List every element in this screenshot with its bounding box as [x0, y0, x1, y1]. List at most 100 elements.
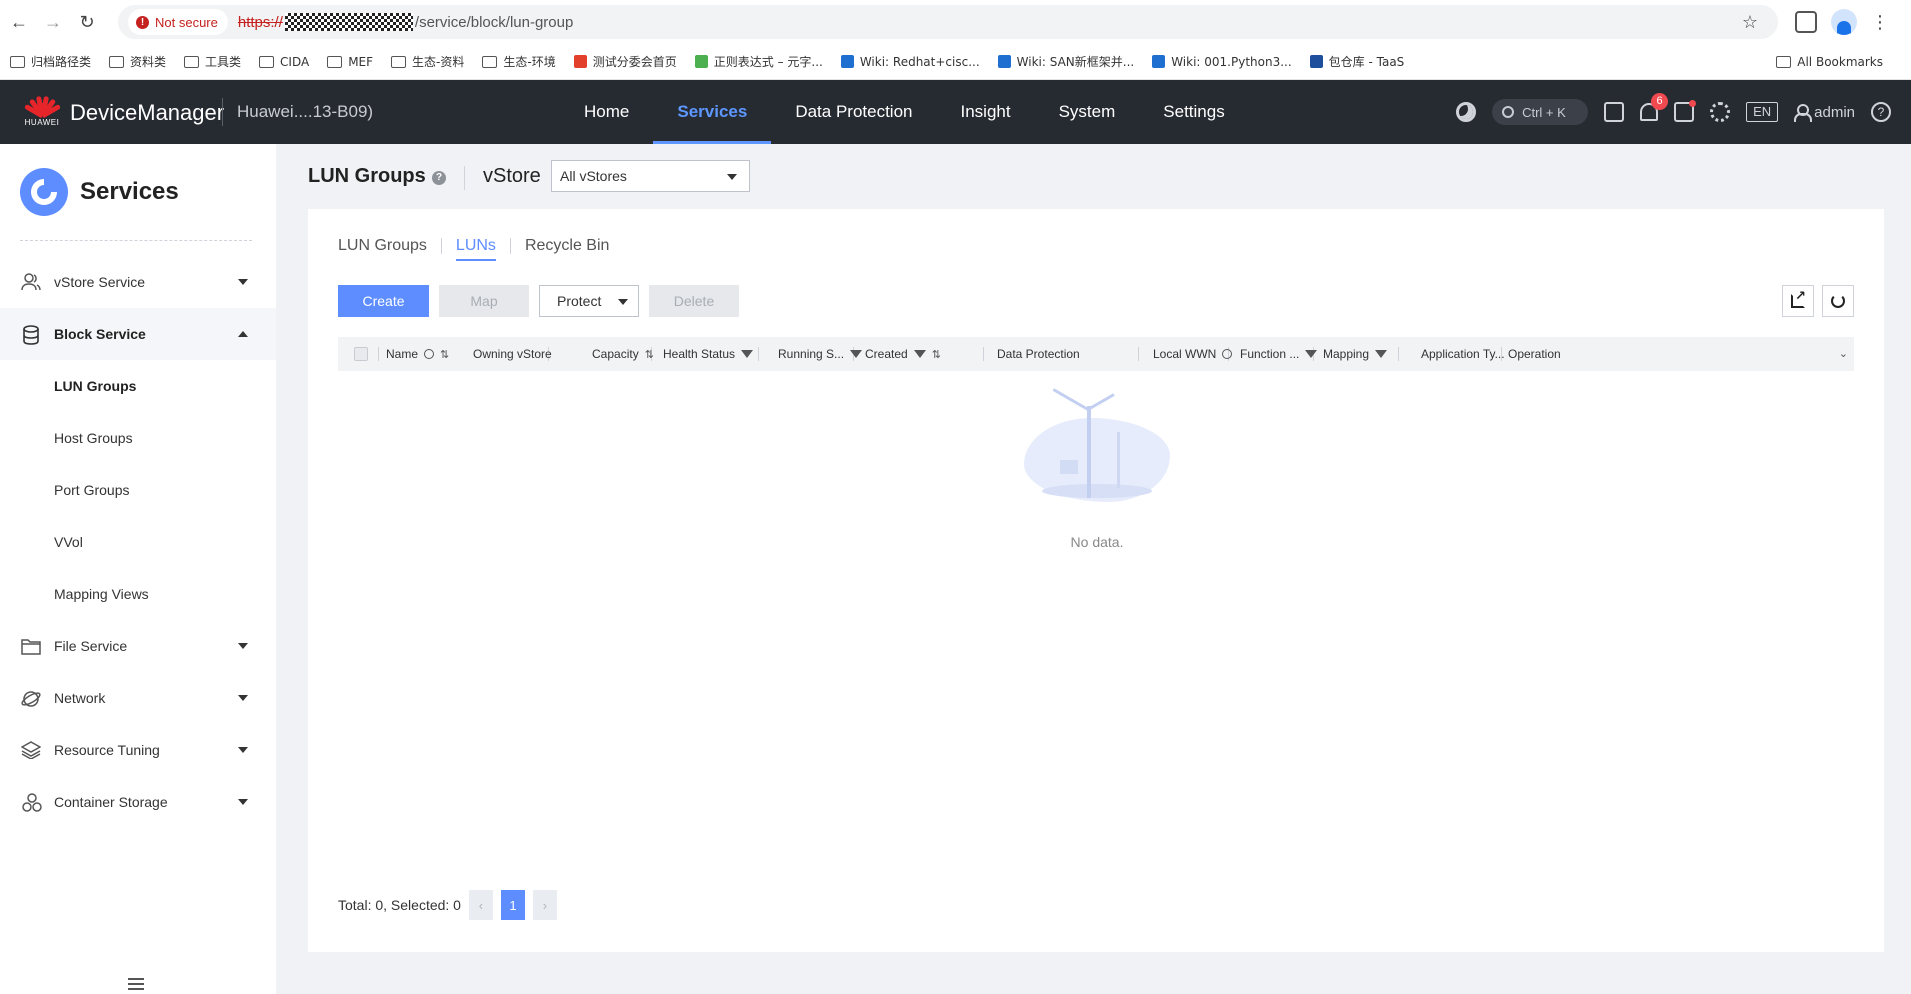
bookmark-item[interactable]: 测试分委会首页 [573, 53, 677, 70]
export-button[interactable] [1782, 285, 1814, 317]
collapse-sidebar-icon[interactable] [128, 978, 144, 990]
security-chip[interactable]: ! Not secure [128, 9, 228, 35]
chevron-down-icon[interactable] [238, 747, 248, 753]
sidebar-item-resource-tuning[interactable]: Resource Tuning [0, 724, 276, 776]
delete-button[interactable]: Delete [649, 285, 739, 317]
tab-recycle-bin[interactable]: Recycle Bin [525, 237, 609, 261]
sidebar-item-port-groups[interactable]: Port Groups [0, 464, 276, 516]
address-bar[interactable]: ! Not secure https:// /service/block/lun… [118, 5, 1778, 39]
event-list-icon[interactable] [1674, 100, 1697, 122]
select-all-checkbox[interactable] [354, 347, 368, 361]
sidebar-item-network[interactable]: Network [0, 672, 276, 724]
reload-icon[interactable]: ↻ [72, 7, 102, 37]
column-label: Capacity [592, 347, 639, 361]
filter-icon[interactable] [741, 350, 754, 358]
column-label: Operation [1508, 347, 1561, 361]
column-header-mapping[interactable]: Mapping [1323, 337, 1388, 371]
sidebar-item-lun-groups[interactable]: LUN Groups [0, 360, 276, 412]
column-header-owning-vstore[interactable]: Owning vStore [473, 337, 552, 371]
search-icon[interactable] [424, 349, 435, 359]
alarm-bell-icon[interactable]: 6 [1640, 93, 1669, 121]
bookmark-item[interactable]: 归档路径类 [10, 53, 91, 70]
global-search[interactable]: Ctrl + K [1492, 99, 1589, 125]
sidebar-item-vvol[interactable]: VVol [0, 516, 276, 568]
column-header-function[interactable]: Function ... [1240, 337, 1318, 371]
prev-page-button[interactable]: ‹ [468, 890, 493, 920]
bookmark-item[interactable]: 工具类 [184, 53, 241, 70]
column-header-running-s[interactable]: Running S... [778, 337, 863, 371]
vstore-select[interactable]: All vStores [551, 160, 750, 192]
next-page-button[interactable]: › [532, 890, 557, 920]
sidebar-item-mapping-views[interactable]: Mapping Views [0, 568, 276, 620]
bookmark-star-icon[interactable]: ☆ [1742, 12, 1758, 33]
sidebar-item-vstore-service[interactable]: vStore Service [0, 256, 276, 308]
brand-name[interactable]: DeviceManager [70, 100, 224, 126]
protect-dropdown[interactable]: Protect [539, 285, 639, 317]
chevron-up-icon[interactable] [238, 331, 248, 337]
bookmark-item[interactable]: Wiki: Redhat+cisc... [840, 55, 980, 69]
column-header-health-status[interactable]: Health Status [663, 337, 754, 371]
column-header-created[interactable]: Created ⇅ [865, 337, 941, 371]
chevron-down-icon[interactable] [238, 279, 248, 285]
url-text[interactable]: https:// /service/block/lun-group [238, 13, 573, 31]
bookmark-item[interactable]: 正则表达式 – 元字... [694, 53, 823, 70]
browser-menu-icon[interactable]: ⋮ [1871, 12, 1889, 33]
column-header-application-ty[interactable]: Application Ty... [1421, 337, 1505, 371]
nav-settings[interactable]: Settings [1139, 80, 1248, 144]
help-icon[interactable]: ? [432, 171, 446, 185]
bookmark-item[interactable]: 包仓库 - TaaS [1309, 53, 1405, 70]
forward-icon[interactable]: → [38, 7, 68, 37]
page-1-button[interactable]: 1 [500, 890, 525, 920]
sort-icon[interactable]: ⇅ [440, 348, 449, 361]
nav-data-protection[interactable]: Data Protection [771, 80, 936, 144]
column-header-local-wwn[interactable]: Local WWN [1153, 337, 1233, 371]
column-header-operation[interactable]: Operation [1508, 337, 1561, 371]
bookmark-item[interactable]: 生态-资料 [391, 53, 464, 70]
bookmark-item[interactable]: Wiki: SAN新框架并... [997, 53, 1134, 70]
filter-icon[interactable] [1375, 350, 1388, 358]
sidebar-item-file-service[interactable]: File Service [0, 620, 276, 672]
nav-services[interactable]: Services [653, 80, 772, 144]
bookmark-item[interactable]: 生态-环境 [482, 53, 556, 70]
user-menu[interactable]: admin [1794, 104, 1855, 122]
chevron-down-icon[interactable] [238, 799, 248, 805]
gear-icon[interactable] [1710, 102, 1731, 122]
bookmark-item[interactable]: CIDA [259, 55, 309, 69]
profile-avatar[interactable] [1831, 9, 1857, 35]
nav-system[interactable]: System [1035, 80, 1140, 144]
column-settings-icon[interactable]: ⌄ [1839, 347, 1848, 360]
filter-icon[interactable] [850, 350, 863, 358]
nav-home[interactable]: Home [560, 80, 653, 144]
all-bookmarks[interactable]: All Bookmarks [1776, 44, 1883, 80]
tab-luns[interactable]: LUNs [455, 237, 496, 261]
back-icon[interactable]: ← [4, 7, 34, 37]
filter-icon[interactable] [913, 350, 926, 358]
sidebar-item-host-groups[interactable]: Host Groups [0, 412, 276, 464]
chevron-down-icon[interactable] [238, 643, 248, 649]
column-label: Function ... [1240, 347, 1300, 361]
sort-icon[interactable]: ⇅ [932, 348, 941, 361]
refresh-button[interactable] [1822, 285, 1854, 317]
tab-lun-groups[interactable]: LUN Groups [338, 237, 427, 261]
bookmark-item[interactable]: Wiki: 001.Python3... [1152, 55, 1292, 69]
task-icon[interactable] [1604, 102, 1625, 122]
sort-icon[interactable]: ⇅ [645, 348, 654, 361]
create-button[interactable]: Create [338, 285, 429, 317]
column-header-capacity[interactable]: Capacity ⇅ [592, 337, 654, 371]
bookmark-item[interactable]: 资料类 [109, 53, 166, 70]
filter-icon[interactable] [1305, 350, 1318, 358]
extensions-icon[interactable] [1795, 11, 1817, 33]
map-button[interactable]: Map [439, 285, 529, 317]
column-header-name[interactable]: Name ⇅ [386, 337, 449, 371]
help-icon[interactable]: ? [1871, 102, 1891, 122]
chevron-down-icon[interactable] [238, 695, 248, 701]
search-icon[interactable] [1222, 349, 1233, 359]
bookmark-item[interactable]: MEF [327, 55, 373, 69]
bookmark-label: 包仓库 - TaaS [1328, 55, 1405, 69]
sidebar-item-block-service[interactable]: Block Service [0, 308, 276, 360]
sidebar-item-container-storage[interactable]: Container Storage [0, 776, 276, 828]
column-header-data-protection[interactable]: Data Protection [997, 337, 1080, 371]
nav-insight[interactable]: Insight [937, 80, 1035, 144]
language-switch[interactable]: EN [1746, 102, 1779, 122]
theme-toggle-icon[interactable] [1456, 102, 1477, 122]
